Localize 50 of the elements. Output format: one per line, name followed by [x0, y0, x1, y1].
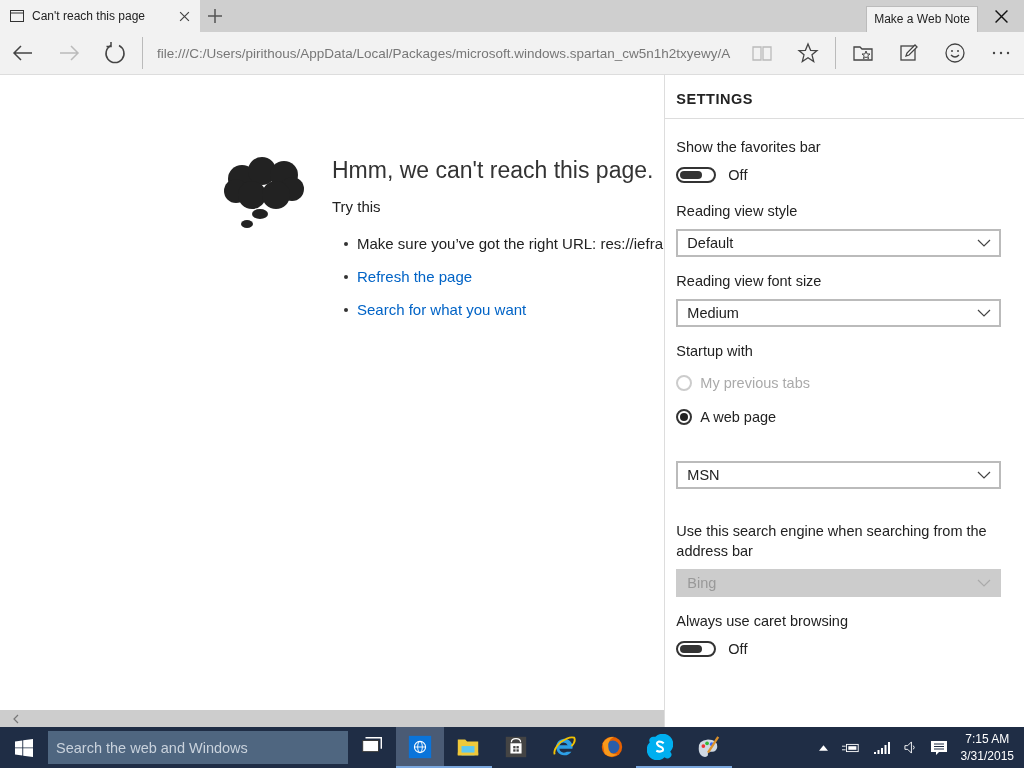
tooltip: Make a Web Note — [866, 6, 978, 34]
toggle-switch[interactable] — [676, 641, 717, 657]
close-tab-icon[interactable] — [179, 10, 190, 22]
chevron-down-icon — [977, 471, 991, 479]
setting-label: Reading view font size — [676, 272, 823, 291]
panel-title: SETTINGS — [675, 90, 754, 109]
setting-label: Reading view style — [676, 202, 799, 221]
refresh-icon[interactable] — [103, 41, 127, 65]
signal-icon[interactable] — [873, 741, 890, 754]
windows-logo-icon[interactable] — [15, 738, 33, 757]
bullet — [344, 307, 348, 312]
smiley-icon[interactable] — [943, 41, 967, 65]
setting-label: Show the favorites bar — [676, 138, 822, 157]
dropdown[interactable]: Default — [676, 229, 1001, 257]
globe-icon — [407, 733, 433, 760]
link[interactable]: Refresh the page — [357, 268, 473, 285]
new-tab-icon[interactable] — [208, 9, 222, 23]
setting-label: Always use caret browsing — [676, 612, 849, 631]
battery-icon[interactable] — [841, 741, 860, 754]
dropdown[interactable]: Medium — [676, 299, 1001, 327]
page-icon[interactable] — [10, 10, 24, 22]
chevron-down-icon — [977, 309, 991, 317]
toggle-switch[interactable] — [676, 167, 717, 183]
toggle-state-text: Off — [728, 641, 748, 657]
error-subheading: Try this — [332, 198, 382, 215]
radio-option[interactable]: A web page — [676, 409, 1001, 425]
horizontal-scrollbar[interactable] — [0, 710, 665, 727]
chevron-up-icon[interactable] — [818, 744, 828, 751]
clock-date[interactable]: 3/31/2015 — [960, 747, 1014, 765]
suggestion-text: Make sure you’ve got the right URL: res://iefra — [357, 235, 663, 252]
star-icon[interactable] — [796, 41, 820, 65]
chevron-down-icon — [977, 239, 991, 247]
radio-option: My previous tabs — [676, 375, 1001, 391]
bullet — [344, 241, 348, 246]
link[interactable]: Search for what you want — [357, 301, 527, 318]
thought-cloud-icon — [222, 157, 306, 231]
error-heading: Hmm, we can't reach this page. — [332, 157, 655, 184]
chat-bubble-icon — [647, 733, 673, 760]
browser-tab[interactable]: Can't reach this page — [0, 0, 200, 32]
search-field[interactable]: Search the web and Windows — [48, 731, 348, 764]
bullet — [344, 274, 348, 279]
close-icon[interactable] — [994, 9, 1008, 23]
setting-label: Startup with — [676, 342, 754, 361]
clock-time[interactable]: 7:15 AM — [965, 730, 1010, 748]
chevron-down-icon — [977, 579, 991, 587]
message-icon[interactable] — [930, 739, 947, 756]
dropdown[interactable]: MSN — [676, 461, 1001, 489]
speaker-icon[interactable] — [903, 741, 917, 754]
toggle-state-text: Off — [728, 167, 748, 183]
setting-label: Use this search engine when searching from the address bar — [676, 522, 988, 561]
